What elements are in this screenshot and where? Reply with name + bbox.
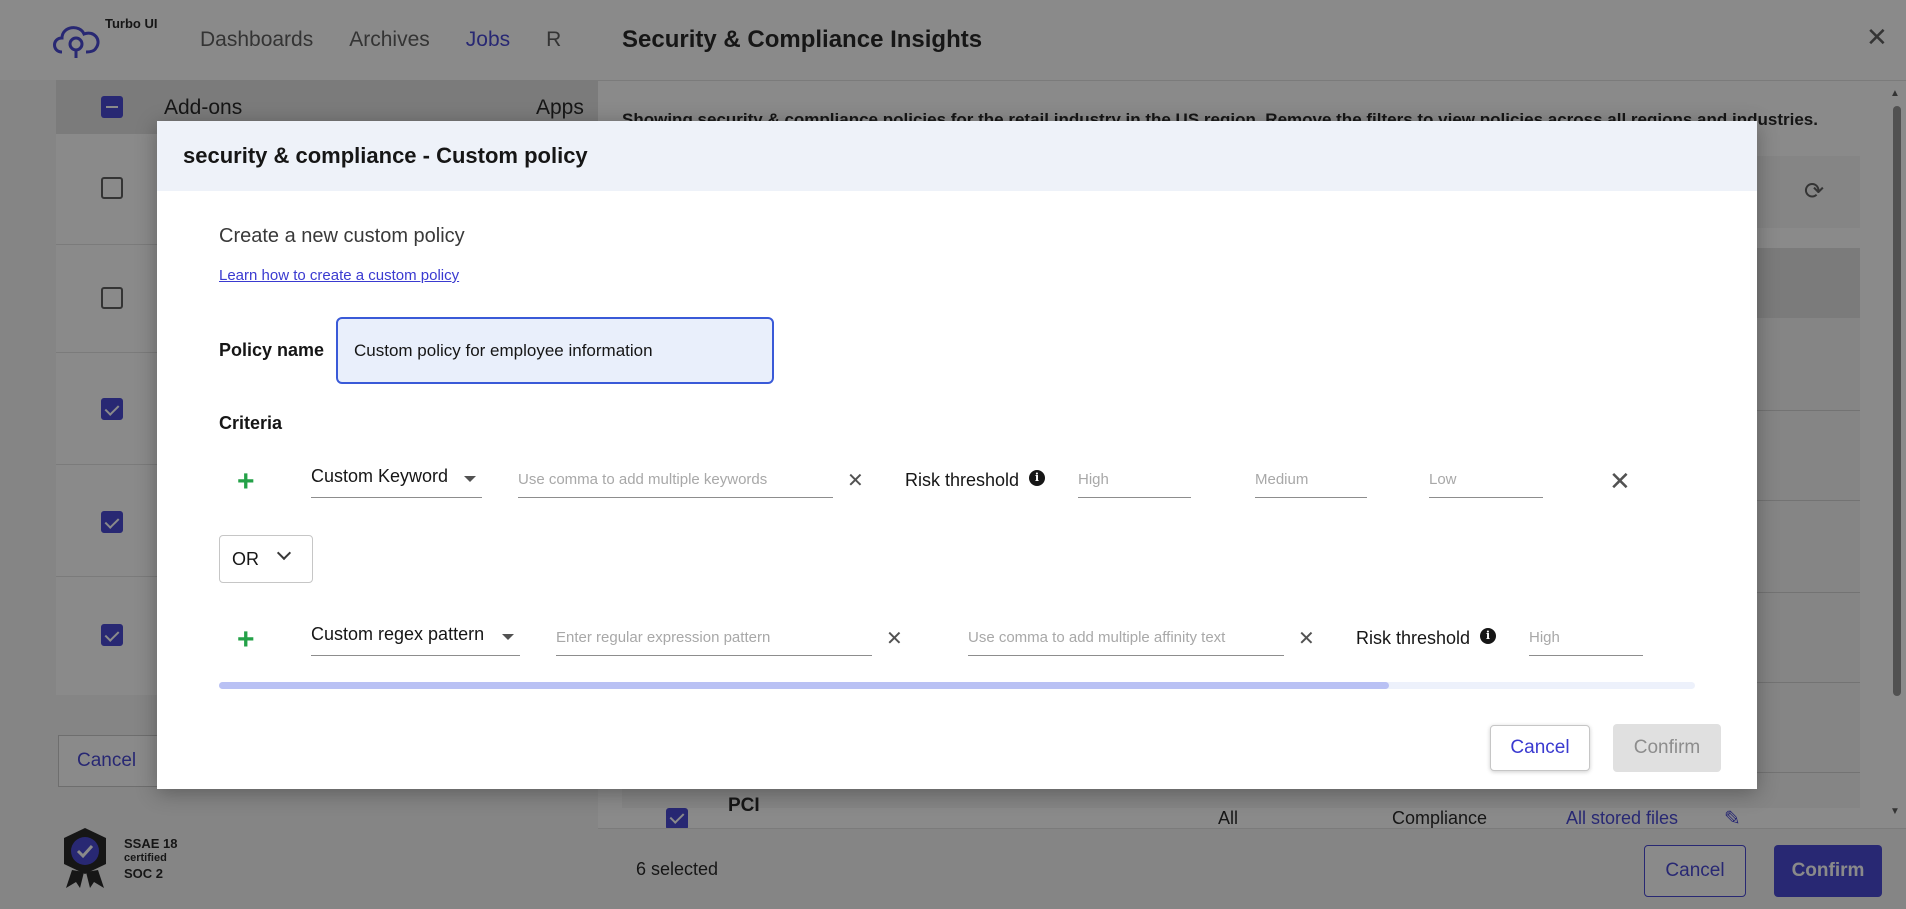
affinity-text-input[interactable]: [968, 620, 1284, 656]
keywords-input[interactable]: [518, 462, 833, 498]
operator-select[interactable]: OR: [219, 535, 313, 583]
policy-name-label: Policy name: [219, 340, 325, 360]
criteria-type-dropdown[interactable]: Custom Keyword: [311, 462, 482, 498]
criteria-type-dropdown[interactable]: Custom regex pattern: [311, 620, 520, 656]
operator-value: OR: [232, 549, 259, 569]
policy-name-input[interactable]: [336, 317, 774, 384]
add-criteria-plus-icon[interactable]: +: [237, 625, 255, 655]
caret-down-icon: [464, 476, 476, 482]
risk-high-input[interactable]: [1078, 462, 1191, 498]
modal-cancel-button[interactable]: Cancel: [1490, 725, 1590, 771]
custom-policy-modal: security & compliance - Custom policy Cr…: [157, 121, 1757, 789]
clear-affinity-icon[interactable]: ✕: [1298, 629, 1315, 649]
info-icon[interactable]: i: [1480, 628, 1496, 644]
modal-header: security & compliance - Custom policy: [157, 121, 1757, 191]
regex-pattern-input[interactable]: [556, 620, 872, 656]
horizontal-scrollbar[interactable]: [219, 682, 1695, 689]
risk-threshold-label: Risk threshold: [1356, 628, 1471, 648]
add-criteria-plus-icon[interactable]: +: [237, 467, 255, 497]
risk-threshold-label: Risk threshold: [905, 470, 1020, 490]
criteria-label: Criteria: [219, 413, 283, 433]
horizontal-scroll-thumb[interactable]: [219, 682, 1389, 689]
criteria-type-label: Custom Keyword: [311, 466, 449, 486]
remove-criteria-icon[interactable]: ✕: [1609, 468, 1631, 494]
modal-title: security & compliance - Custom policy: [183, 143, 588, 168]
modal-subtitle: Create a new custom policy: [219, 225, 465, 247]
clear-regex-icon[interactable]: ✕: [886, 629, 903, 649]
criteria-type-label: Custom regex pattern: [311, 624, 485, 644]
risk-low-input[interactable]: [1429, 462, 1543, 498]
clear-keywords-icon[interactable]: ✕: [847, 471, 864, 491]
modal-confirm-button[interactable]: Confirm: [1613, 724, 1721, 772]
caret-down-icon: [502, 634, 514, 640]
chevron-down-icon: [276, 545, 292, 561]
risk-medium-input[interactable]: [1255, 462, 1367, 498]
learn-custom-policy-link[interactable]: Learn how to create a custom policy: [219, 267, 459, 284]
risk-high-input[interactable]: [1529, 620, 1643, 656]
info-icon[interactable]: i: [1029, 470, 1045, 486]
